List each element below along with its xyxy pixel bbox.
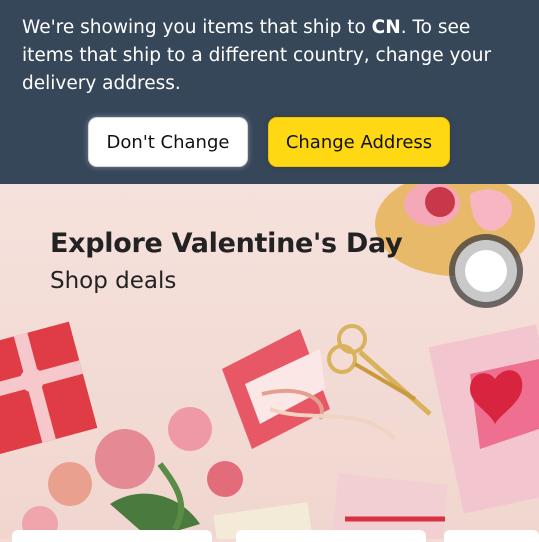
- assistive-touch-button[interactable]: [449, 234, 523, 308]
- product-card[interactable]: [236, 530, 426, 542]
- delivery-message: We're showing you items that ship to CN.…: [22, 14, 522, 98]
- assistive-touch-dot: [465, 250, 507, 292]
- valentines-hero-banner[interactable]: Explore Valentine's Day Shop deals: [0, 184, 539, 539]
- product-card[interactable]: [12, 530, 212, 542]
- hero-title: Explore Valentine's Day: [50, 228, 403, 259]
- product-card[interactable]: [444, 530, 539, 542]
- delivery-address-banner: We're showing you items that ship to CN.…: [0, 0, 539, 184]
- message-text: We're showing you items that ship to: [22, 17, 372, 38]
- hero-subtitle[interactable]: Shop deals: [50, 268, 176, 294]
- bottom-card-row: [0, 530, 539, 542]
- dont-change-button[interactable]: Don't Change: [88, 117, 248, 167]
- change-address-button[interactable]: Change Address: [268, 117, 450, 167]
- country-code: CN: [371, 17, 401, 38]
